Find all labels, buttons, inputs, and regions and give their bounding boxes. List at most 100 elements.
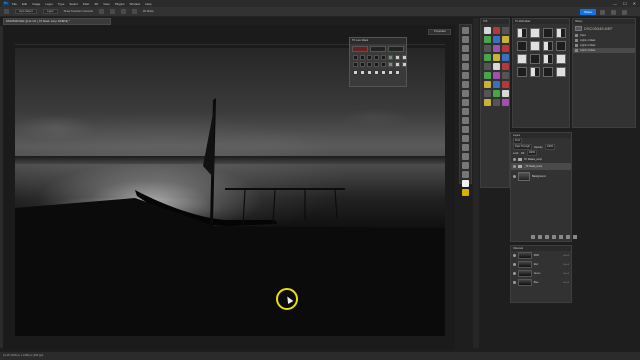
tklm-close-button[interactable] — [388, 46, 404, 52]
menu-select[interactable]: Select — [69, 2, 77, 6]
tk5-button[interactable] — [493, 36, 500, 43]
tk5-button[interactable] — [484, 27, 491, 34]
tk5-button[interactable] — [502, 36, 509, 43]
search-icon[interactable] — [600, 10, 605, 15]
tk5-button[interactable] — [484, 81, 491, 88]
visibility-eye-icon[interactable] — [513, 263, 516, 266]
tklm-action-icon[interactable] — [360, 70, 365, 75]
opacity-field[interactable]: 100% — [545, 144, 556, 150]
visibility-eye-icon[interactable] — [513, 175, 516, 178]
tklm-zone-cell[interactable] — [374, 62, 379, 67]
properties-tab[interactable]: Properties — [428, 29, 451, 35]
trash-icon[interactable] — [573, 235, 577, 239]
tklm-zone-cell[interactable] — [381, 55, 386, 60]
menu-type[interactable]: Type — [58, 2, 65, 6]
tklm-zone-cell[interactable] — [402, 62, 407, 67]
layer-dropdown[interactable]: Layer — [43, 9, 58, 14]
menu-3d[interactable]: 3D — [94, 2, 98, 6]
layer-background[interactable]: Background — [511, 170, 571, 183]
hand-tool-icon[interactable] — [462, 171, 469, 178]
tklm-reset-button[interactable] — [352, 46, 368, 52]
marquee-tool-icon[interactable] — [462, 36, 469, 43]
menu-edit[interactable]: Edit — [22, 2, 27, 6]
mask-preset-button[interactable] — [530, 67, 540, 77]
group-icon[interactable] — [559, 235, 563, 239]
tklm-action-icon[interactable] — [353, 70, 358, 75]
mask-preset-button[interactable] — [556, 54, 566, 64]
channel-row[interactable]: Blue Ctrl+5 — [511, 278, 571, 287]
tk5-button[interactable] — [493, 27, 500, 34]
dodge-tool-icon[interactable] — [462, 135, 469, 142]
tklm-zone-cell[interactable] — [353, 62, 358, 67]
tk5-button[interactable] — [502, 72, 509, 79]
mask-icon[interactable] — [545, 235, 549, 239]
healing-brush-tool-icon[interactable] — [462, 81, 469, 88]
layer-group[interactable]: TK Masks_temp — [511, 156, 571, 163]
mask-preset-button[interactable] — [556, 41, 566, 51]
tk5-button[interactable] — [493, 45, 500, 52]
menu-layer[interactable]: Layer — [45, 2, 53, 6]
tklm-zone-cell[interactable] — [381, 62, 386, 67]
tk5-button[interactable] — [502, 27, 509, 34]
tk5-button[interactable] — [493, 63, 500, 70]
fx-icon[interactable] — [538, 235, 542, 239]
clone-stamp-tool-icon[interactable] — [462, 99, 469, 106]
mask-preset-button[interactable] — [556, 67, 566, 77]
image-canvas[interactable] — [15, 48, 445, 336]
visibility-eye-icon[interactable] — [513, 272, 516, 275]
tk5-button[interactable] — [502, 63, 509, 70]
visibility-eye-icon[interactable] — [513, 165, 516, 168]
foreground-color-swatch[interactable] — [462, 180, 469, 187]
move-icon[interactable] — [4, 9, 9, 14]
tk5-button[interactable] — [493, 90, 500, 97]
menu-file[interactable]: File — [12, 2, 17, 6]
tklm-zone-cell[interactable] — [360, 62, 365, 67]
tk5-button[interactable] — [502, 90, 509, 97]
document-tab[interactable]: DSC05345.NEF @ 41.1% (_TK Mask: temp: RG… — [3, 18, 111, 25]
auto-select-checkbox[interactable]: Auto-Select: — [15, 9, 38, 14]
menu-view[interactable]: View — [103, 2, 109, 6]
align-left-icon[interactable] — [98, 9, 104, 14]
close-button[interactable]: ✕ — [633, 1, 636, 6]
eraser-tool-icon[interactable] — [462, 117, 469, 124]
tk5-button[interactable] — [493, 99, 500, 106]
tk5-button[interactable] — [484, 90, 491, 97]
minimize-button[interactable]: — — [613, 1, 617, 6]
tklm-action-icon[interactable] — [381, 70, 386, 75]
tklm-action-icon[interactable] — [388, 70, 393, 75]
tk5-button[interactable] — [502, 45, 509, 52]
link-icon[interactable] — [531, 235, 535, 239]
gradient-tool-icon[interactable] — [462, 126, 469, 133]
mask-preset-button[interactable] — [543, 54, 553, 64]
tk5-button[interactable] — [484, 99, 491, 106]
path-select-tool-icon[interactable] — [462, 162, 469, 169]
mask-preset-button[interactable] — [543, 41, 553, 51]
mask-preset-button[interactable] — [517, 41, 527, 51]
show-transform-controls[interactable]: Show Transform Controls — [64, 10, 93, 13]
tk5-button[interactable] — [484, 63, 491, 70]
tklm-apply-button[interactable] — [370, 46, 386, 52]
mask-preset-button[interactable] — [556, 28, 566, 38]
quick-select-tool-icon[interactable] — [462, 54, 469, 61]
tk5-button[interactable] — [502, 54, 509, 61]
mask-preset-button[interactable] — [517, 54, 527, 64]
tk5-button[interactable] — [502, 81, 509, 88]
mask-preset-button[interactable] — [530, 54, 540, 64]
tk5-button[interactable] — [484, 72, 491, 79]
background-color-swatch[interactable] — [462, 189, 469, 196]
mask-preset-button[interactable] — [530, 28, 540, 38]
fill-field[interactable]: 100% — [526, 150, 537, 156]
tklm-zone-cell[interactable] — [367, 62, 372, 67]
lasso-tool-icon[interactable] — [462, 45, 469, 52]
menu-window[interactable]: Window — [130, 2, 141, 6]
menu-filter[interactable]: Filter — [83, 2, 90, 6]
adjustment-icon[interactable] — [552, 235, 556, 239]
new-layer-icon[interactable] — [566, 235, 570, 239]
menu-help[interactable]: Help — [145, 2, 151, 6]
tk5-button[interactable] — [493, 81, 500, 88]
tklm-action-icon[interactable] — [367, 70, 372, 75]
mask-preset-button[interactable] — [530, 41, 540, 51]
history-item-active[interactable]: Lights 3 Mask — [573, 48, 635, 53]
visibility-eye-icon[interactable] — [513, 281, 516, 284]
tk5-button[interactable] — [493, 54, 500, 61]
